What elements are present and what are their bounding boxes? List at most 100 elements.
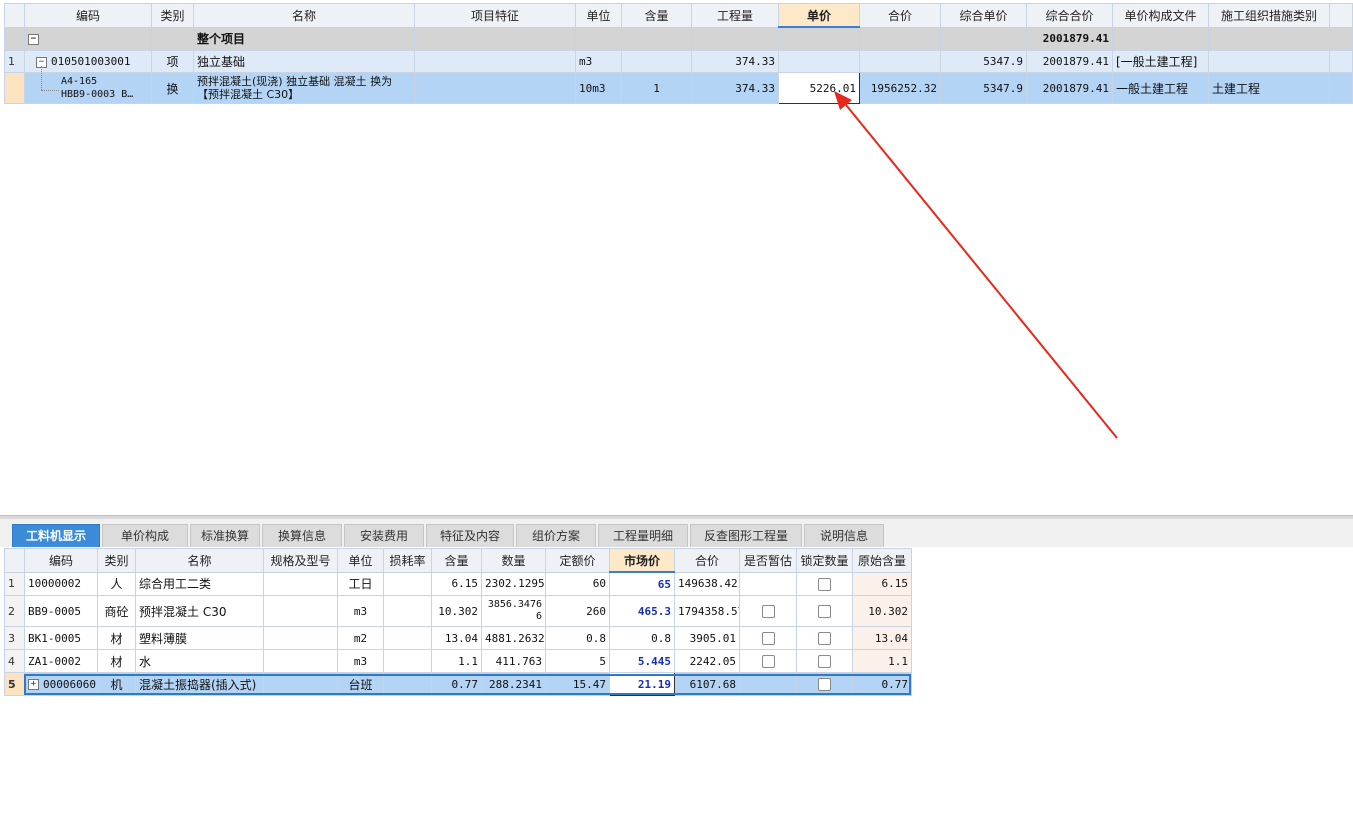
resource-type[interactable]: 商砼 [97, 595, 136, 627]
resource-type[interactable]: 材 [97, 626, 136, 650]
resource-market-price[interactable]: 5.445 [609, 649, 675, 673]
resource-code[interactable]: BB9-0005 [24, 595, 98, 627]
resource-total[interactable]: 2242.05 [674, 649, 740, 673]
resource-unit[interactable]: m3 [337, 595, 384, 627]
tab-conversion-info[interactable]: 换算信息 [262, 524, 342, 547]
tab-features-content[interactable]: 特征及内容 [426, 524, 514, 547]
col-header-code[interactable]: 编码 [24, 548, 98, 573]
tab-installation-fee[interactable]: 安装费用 [344, 524, 424, 547]
table-row-selected[interactable]: 5 +00006060 机 混凝土振捣器(插入式) 台班 0.77 288.23… [4, 672, 912, 696]
col-header-total[interactable]: 合价 [674, 548, 740, 573]
resource-quota-price[interactable]: 15.47 [545, 672, 610, 696]
provisional-checkbox[interactable] [761, 655, 775, 668]
resource-name[interactable]: 综合用工二类 [135, 571, 264, 596]
row-index[interactable]: 2 [4, 595, 25, 627]
resource-spec[interactable] [263, 595, 338, 627]
resource-quota-price[interactable]: 0.8 [545, 626, 610, 650]
resource-name[interactable]: 水 [135, 649, 264, 673]
corner-cell[interactable] [4, 548, 25, 573]
resource-quota-price[interactable]: 60 [545, 571, 610, 596]
col-header-name[interactable]: 名称 [135, 548, 264, 573]
col-header-market-price[interactable]: 市场价 [609, 548, 675, 573]
resource-original-content[interactable]: 10.302 [852, 595, 912, 627]
table-row[interactable]: 4 ZA1-0002 材 水 m3 1.1 411.763 5 5.445 22… [4, 649, 912, 673]
resource-spec[interactable] [263, 649, 338, 673]
resource-content[interactable]: 0.77 [431, 672, 482, 696]
resource-content[interactable]: 1.1 [431, 649, 482, 673]
resource-unit[interactable]: m2 [337, 626, 384, 650]
col-header-quota-price[interactable]: 定额价 [545, 548, 610, 573]
col-header-type[interactable]: 类别 [97, 548, 136, 573]
resource-name[interactable]: 混凝土振捣器(插入式) [135, 672, 264, 696]
expand-icon[interactable]: + [28, 679, 39, 690]
resource-market-price[interactable]: 465.3 [609, 595, 675, 627]
resource-code[interactable]: 10000002 [24, 571, 98, 596]
resource-qty[interactable]: 2302.1295 [481, 571, 546, 596]
lock-qty-checkbox[interactable] [818, 655, 831, 668]
resource-unit[interactable]: m3 [337, 649, 384, 673]
resource-spec[interactable] [263, 626, 338, 650]
resource-qty[interactable]: 411.763 [481, 649, 546, 673]
resource-original-content[interactable]: 13.04 [852, 626, 912, 650]
resource-quota-price[interactable]: 260 [545, 595, 610, 627]
lock-qty-checkbox[interactable] [818, 678, 831, 691]
provisional-checkbox[interactable] [761, 632, 775, 645]
resource-market-price[interactable]: 0.8 [609, 626, 675, 650]
table-row[interactable]: 2 BB9-0005 商砼 预拌混凝土 C30 m3 10.302 3856.3… [4, 595, 912, 627]
col-header-original-content[interactable]: 原始含量 [852, 548, 912, 573]
resource-loss[interactable] [383, 595, 432, 627]
resource-market-price-input[interactable]: 21.19 [609, 672, 675, 696]
resource-loss[interactable] [383, 571, 432, 596]
resource-qty[interactable]: 288.2341 [481, 672, 546, 696]
col-header-quantity[interactable]: 数量 [481, 548, 546, 573]
resource-loss[interactable] [383, 672, 432, 696]
resource-original-content[interactable]: 0.77 [852, 672, 912, 696]
resource-total[interactable]: 3905.01 [674, 626, 740, 650]
provisional-checkbox[interactable] [761, 605, 775, 618]
row-index[interactable]: 5 [4, 672, 25, 696]
tab-pricing-scheme[interactable]: 组价方案 [516, 524, 596, 547]
table-row[interactable]: 1 10000002 人 综合用工二类 工日 6.15 2302.1295 60… [4, 571, 912, 596]
resource-loss[interactable] [383, 649, 432, 673]
row-index[interactable]: 1 [4, 571, 25, 596]
resource-original-content[interactable]: 1.1 [852, 649, 912, 673]
resource-name[interactable]: 塑料薄膜 [135, 626, 264, 650]
resource-code[interactable]: +00006060 [24, 672, 98, 696]
resource-total[interactable]: 149638.42 [674, 571, 740, 596]
col-header-provisional[interactable]: 是否暂估 [739, 548, 797, 573]
resource-total[interactable]: 6107.68 [674, 672, 740, 696]
resource-type[interactable]: 人 [97, 571, 136, 596]
row-index[interactable]: 4 [4, 649, 25, 673]
table-row[interactable]: 3 BK1-0005 材 塑料薄膜 m2 13.04 4881.2632 0.8… [4, 626, 912, 650]
resource-code[interactable]: ZA1-0002 [24, 649, 98, 673]
col-header-loss-rate[interactable]: 损耗率 [383, 548, 432, 573]
row-index[interactable]: 3 [4, 626, 25, 650]
resource-content[interactable]: 6.15 [431, 571, 482, 596]
tab-labor-material-machine[interactable]: 工料机显示 [12, 524, 100, 547]
resource-content[interactable]: 10.302 [431, 595, 482, 627]
resource-qty[interactable]: 4881.2632 [481, 626, 546, 650]
tab-description[interactable]: 说明信息 [804, 524, 884, 547]
resource-market-price[interactable]: 65 [609, 571, 675, 596]
col-header-content[interactable]: 含量 [431, 548, 482, 573]
col-header-unit[interactable]: 单位 [337, 548, 384, 573]
resource-type[interactable]: 材 [97, 649, 136, 673]
tab-unit-price-composition[interactable]: 单价构成 [102, 524, 188, 547]
resource-content[interactable]: 13.04 [431, 626, 482, 650]
tab-standard-conversion[interactable]: 标准换算 [190, 524, 260, 547]
resource-unit[interactable]: 工日 [337, 571, 384, 596]
resource-qty[interactable]: 3856.34766 [481, 595, 546, 627]
lock-qty-checkbox[interactable] [818, 577, 831, 591]
resource-spec[interactable] [263, 571, 338, 596]
col-header-lock-qty[interactable]: 锁定数量 [796, 548, 853, 573]
resource-type[interactable]: 机 [97, 672, 136, 696]
resource-original-content[interactable]: 6.15 [852, 571, 912, 596]
resource-name[interactable]: 预拌混凝土 C30 [135, 595, 264, 627]
resource-loss[interactable] [383, 626, 432, 650]
col-header-spec[interactable]: 规格及型号 [263, 548, 338, 573]
resource-unit[interactable]: 台班 [337, 672, 384, 696]
resource-total[interactable]: 1794358.57 [674, 595, 740, 627]
lock-qty-checkbox[interactable] [818, 605, 831, 618]
tab-reverse-graphic-quantity[interactable]: 反查图形工程量 [690, 524, 802, 547]
resource-spec[interactable] [263, 672, 338, 696]
